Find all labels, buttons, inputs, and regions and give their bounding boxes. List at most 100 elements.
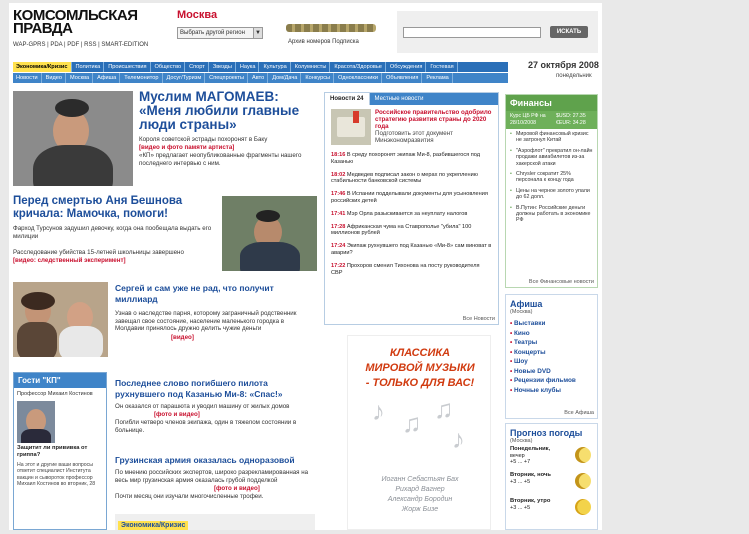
news-text[interactable]: Мэр Орла разыскивается за неуплату налог… — [347, 211, 467, 217]
news-item[interactable]: 18:02 Медведев подписал закон о мерах по… — [325, 169, 498, 189]
nav-item[interactable]: Спецпроекты — [206, 73, 249, 83]
weather-panel: Прогноз погоды (Москва) Понедельник, веч… — [505, 423, 598, 530]
nav-item[interactable]: Наука — [237, 62, 260, 72]
article-3-link[interactable]: [видео] — [171, 334, 211, 342]
article-5-link[interactable]: [фото и видео] — [214, 485, 294, 493]
search-input[interactable] — [403, 27, 541, 38]
news-item[interactable]: 17:41 Мэр Орла разыскивается за неуплату… — [325, 208, 498, 221]
nav-item[interactable]: Спорт — [186, 62, 209, 72]
region-select[interactable]: Выбрать другой регион ▼ — [177, 27, 263, 39]
headline-2[interactable]: Перед смертью Аня Бешнова кричала: Мамоч… — [13, 195, 213, 221]
afisha-item[interactable]: Театры — [510, 338, 593, 348]
news-text[interactable]: Африканская чума на Ставрополье "убила" … — [331, 224, 471, 237]
news-item[interactable]: 17:22 Прохоров сменил Тихонова на посту … — [325, 260, 498, 280]
afisha-item[interactable]: Шоу — [510, 357, 593, 367]
nav-item[interactable]: Обсуждения — [387, 62, 427, 72]
article-4-link[interactable]: [фото и видео] — [154, 411, 234, 419]
article-1-text: Короля советской эстрады похоронят в Бак… — [139, 136, 268, 143]
nav-item[interactable]: Москва — [67, 73, 94, 83]
nav-item[interactable]: Конкурсы — [302, 73, 335, 83]
nav-item[interactable]: Колумнисты — [292, 62, 331, 72]
afisha-item[interactable]: Концерты — [510, 348, 593, 358]
nav-item[interactable]: Дом/Дача — [269, 73, 302, 83]
nav-item[interactable]: Объявления — [383, 73, 423, 83]
nav-item[interactable]: Общество — [152, 62, 186, 72]
finance-item[interactable]: "Аэрофлот" прекратил он-лайн продажи ави… — [510, 148, 593, 167]
all-afisha-link[interactable]: Все Афиша — [564, 410, 594, 416]
crisis-tag[interactable]: Экономика/Кризис — [118, 521, 189, 530]
nav-item[interactable]: Авто — [249, 73, 269, 83]
news-text[interactable]: Медведев подписал закон о мерах по укреп… — [331, 172, 478, 185]
news-text[interactable]: В среду похоронят экипаж Ми-8, разбившег… — [331, 152, 480, 165]
headline-4[interactable]: Последнее слово погибшего пилота рухнувш… — [115, 378, 315, 400]
news-text[interactable]: Экипаж рухнувшего под Казанью «Ми-8» сам… — [331, 243, 491, 256]
news-item[interactable]: 17:28 Африканская чума на Ставрополье "у… — [325, 221, 498, 241]
all-news-link[interactable]: Все Новости — [463, 316, 495, 322]
ad-composer: Рихард Вагнер — [395, 486, 445, 493]
weather-temp: +3 ... +5 — [510, 478, 531, 485]
chevron-down-icon[interactable]: ▼ — [253, 28, 262, 38]
afisha-item[interactable]: Кино — [510, 329, 593, 339]
headline-5[interactable]: Грузинская армия оказалась одноразовой — [115, 455, 325, 466]
news-text[interactable]: Прохоров сменил Тихонова на посту руково… — [331, 263, 479, 276]
weather-title[interactable]: Прогноз погоды — [506, 424, 597, 438]
nav-item[interactable]: Телемонитор — [121, 73, 163, 83]
tab-news24[interactable]: Новости 24 — [325, 93, 370, 105]
search-button[interactable]: ИСКАТЬ — [550, 26, 588, 38]
headline-1[interactable]: Муслим МАГОМАЕВ: «Меня любили главные лю… — [139, 90, 319, 132]
nav-item[interactable]: Культура — [260, 62, 291, 72]
guests-panel: Гости "КП" Профессор Михаил Костинов Защ… — [13, 372, 107, 530]
afisha-item[interactable]: Ночные клубы — [510, 386, 593, 396]
guest-text: На этот и другие ваши вопросы ответит сп… — [17, 461, 96, 488]
article-2-text2: Расследование убийства 15-летней школьни… — [13, 249, 184, 256]
afisha-item[interactable]: Новые DVD — [510, 367, 593, 377]
nav-item[interactable]: Звезды — [210, 62, 236, 72]
all-finance-link[interactable]: Все Финансовые новости — [529, 279, 594, 285]
news-text[interactable]: В Испании подделывали документы для усын… — [331, 191, 488, 204]
nav-item[interactable]: Гостевая — [427, 62, 458, 72]
archive-links[interactable]: Архив номеров Подписка — [288, 39, 359, 45]
headline-3[interactable]: Сергей и сам уже не рад, что получит мил… — [115, 283, 315, 305]
nav-item[interactable]: Политика — [73, 62, 105, 72]
page: КОМСОМЛЬСКАЯ ПРАВДА WAP-GPRS | PDA | PDF… — [9, 3, 602, 530]
finance-item[interactable]: Цены на черное золото упали до 62 долл. — [510, 188, 593, 201]
article-photo[interactable] — [222, 196, 317, 271]
nav-item[interactable]: Афиша — [94, 73, 121, 83]
news-lead-title[interactable]: Российское правительство одобрило страте… — [375, 109, 492, 130]
site-logo[interactable]: КОМСОМЛЬСКАЯ ПРАВДА — [13, 8, 163, 36]
guest-photo[interactable] — [17, 400, 55, 443]
nav-item[interactable]: Происшествия — [105, 62, 151, 72]
finance-title[interactable]: Финансы — [506, 95, 597, 111]
nav-item[interactable]: Новости — [13, 73, 42, 83]
nav-secondary: Новости Видео Москва Афиша Телемонитор Д… — [13, 73, 508, 83]
sublinks[interactable]: WAP-GPRS | PDA | PDF | RSS | SMART-EDITI… — [13, 42, 148, 48]
current-weekday: понедельник — [556, 73, 592, 79]
news-time: 17:22 — [331, 262, 346, 269]
nav-item[interactable]: Реклама — [423, 73, 453, 83]
nav-item[interactable]: Видео — [43, 73, 66, 83]
afisha-item[interactable]: Выставки — [510, 319, 593, 329]
classical-music-ad[interactable]: КЛАССИКА МИРОВОЙ МУЗЫКИ - ТОЛЬКО ДЛЯ ВАС! … — [347, 335, 491, 530]
nav-item[interactable]: Одноклассники — [335, 73, 382, 83]
article-1-link[interactable]: [видео и фото памяти артиста] — [139, 144, 319, 152]
nav-item[interactable]: Красота/Здоровье — [331, 62, 386, 72]
finance-item[interactable]: Мировой финансовый кризис не затронул Ки… — [510, 131, 593, 144]
afisha-item[interactable]: Рецензии фильмов — [510, 376, 593, 386]
article-2-link[interactable]: [видео: следственный эксперимент] — [13, 257, 213, 265]
nav-item[interactable]: Экономика/Кризис — [13, 62, 72, 72]
article-photo[interactable] — [13, 91, 133, 186]
article-photo[interactable] — [13, 282, 108, 357]
guest-question[interactable]: Защитит ли прививка от гриппа? — [14, 443, 106, 461]
news-thumb[interactable] — [331, 109, 371, 145]
news-lead[interactable]: Российское правительство одобрило страте… — [325, 105, 498, 149]
nav-item[interactable]: Досуг/Туризм — [164, 73, 206, 83]
finance-item[interactable]: Chrysler сократит 25% персонала к концу … — [510, 171, 593, 184]
news-item[interactable]: 18:16 В среду похоронят экипаж Ми-8, раз… — [325, 149, 498, 169]
finance-item[interactable]: В.Путин: Российские деньги должны работа… — [510, 205, 593, 224]
afisha-title[interactable]: Афиша — [506, 295, 597, 309]
news-item[interactable]: 17:24 Экипаж рухнувшего под Казанью «Ми-… — [325, 240, 498, 260]
news-item[interactable]: 17:46 В Испании подделывали документы дл… — [325, 188, 498, 208]
tab-local-news[interactable]: Местные новости — [369, 93, 498, 105]
afisha-panel: Афиша (Москва) Выставки Кино Театры Конц… — [505, 294, 598, 419]
ad-line-3: - ТОЛЬКО ДЛЯ ВАС! — [365, 377, 475, 389]
